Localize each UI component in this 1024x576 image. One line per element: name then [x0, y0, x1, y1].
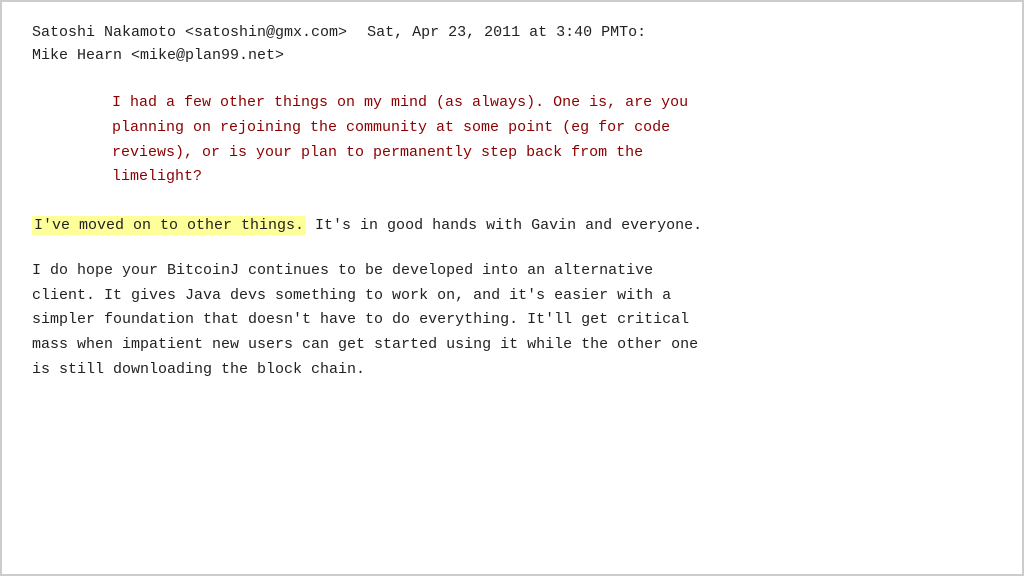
email-container: Satoshi Nakamoto <satoshin@gmx.com> Sat,… — [0, 0, 1024, 576]
email-date-text: Sat, Apr 23, 2011 at 3:40 PM — [367, 24, 619, 41]
email-to-prefix: To: — [619, 24, 646, 41]
email-from: Satoshi Nakamoto <satoshin@gmx.com> — [32, 22, 347, 45]
response-block: I've moved on to other things. It's in g… — [32, 214, 992, 239]
response-rest: It's in good hands with Gavin and everyo… — [306, 217, 702, 234]
highlighted-text: I've moved on to other things. — [32, 216, 306, 235]
quoted-text: I had a few other things on my mind (as … — [112, 94, 688, 185]
email-body: I had a few other things on my mind (as … — [32, 91, 992, 383]
main-paragraph: I do hope your BitcoinJ continues to be … — [32, 259, 992, 383]
main-paragraph-text: I do hope your BitcoinJ continues to be … — [32, 262, 698, 378]
email-header: Satoshi Nakamoto <satoshin@gmx.com> Sat,… — [32, 22, 992, 67]
quoted-block: I had a few other things on my mind (as … — [112, 91, 992, 190]
email-to: Mike Hearn <mike@plan99.net> — [32, 45, 992, 68]
email-date: Sat, Apr 23, 2011 at 3:40 PMTo: — [367, 22, 646, 45]
